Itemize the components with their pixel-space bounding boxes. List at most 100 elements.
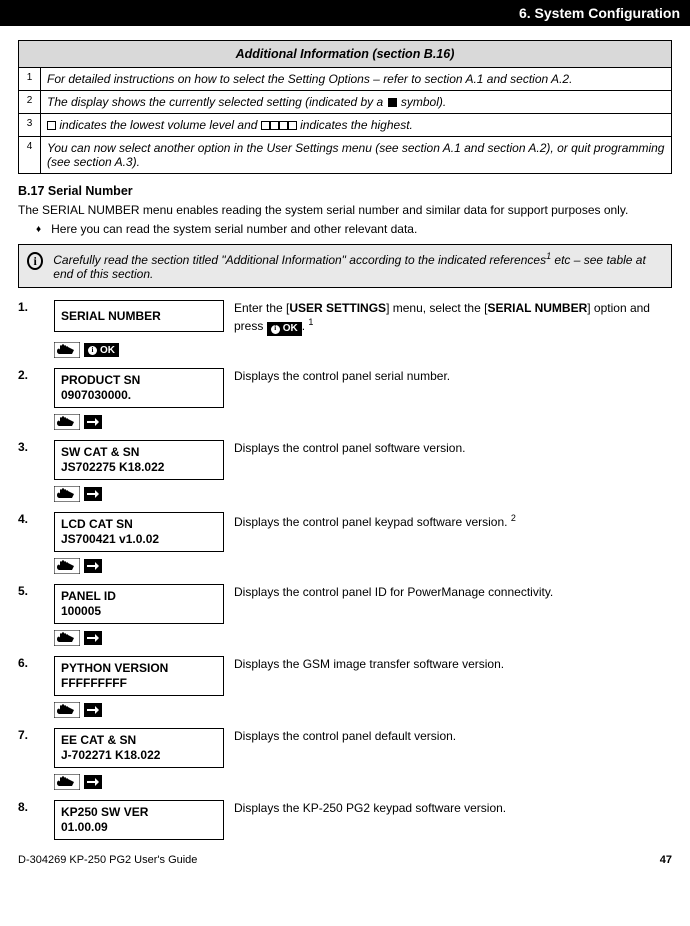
- ai-note-num: 4: [19, 137, 41, 174]
- empty-square-icon: [47, 121, 56, 130]
- hand-point-icon: [54, 630, 80, 646]
- ai-note-body: The display shows the currently selected…: [41, 91, 672, 114]
- empty-square-icon: [279, 121, 288, 130]
- page-footer: D-304269 KP-250 PG2 User's Guide 47: [18, 854, 672, 866]
- step-number: 4.: [18, 512, 44, 526]
- ai-note-body: You can now select another option in the…: [41, 137, 672, 174]
- step-description: Displays the control panel default versi…: [234, 728, 672, 744]
- step-description: Displays the GSM image transfer software…: [234, 656, 672, 672]
- bullet-item: ♦ Here you can read the system serial nu…: [36, 222, 672, 238]
- info-callout: i Carefully read the section titled "Add…: [18, 244, 672, 288]
- step-number: 8.: [18, 800, 44, 814]
- display-box: SERIAL NUMBER: [54, 300, 224, 332]
- filled-square-icon: [388, 98, 397, 107]
- bullet-icon: ♦: [36, 222, 41, 238]
- hand-point-icon: [54, 486, 80, 502]
- next-arrow-icon: [84, 559, 102, 573]
- display-line: 01.00.09: [61, 820, 217, 835]
- ai-note-body: For detailed instructions on how to sele…: [41, 68, 672, 91]
- step-row: 5. PANEL ID100005 Displays the control pan…: [18, 584, 672, 648]
- step-description: Enter the [USER SETTINGS] menu, select t…: [234, 300, 672, 336]
- action-cue: [54, 702, 224, 718]
- additional-info-table: Additional Information (section B.16) 1 …: [18, 40, 672, 174]
- step-row: 3. SW CAT & SNJS702275 K18.022 Displays th…: [18, 440, 672, 504]
- display-box: PANEL ID100005: [54, 584, 224, 624]
- next-arrow-icon: [84, 775, 102, 789]
- display-line: KP250 SW VER: [61, 805, 217, 820]
- action-cue: [54, 414, 224, 430]
- display-box: SW CAT & SNJS702275 K18.022: [54, 440, 224, 480]
- display-line: JS702275 K18.022: [61, 460, 217, 475]
- action-cue: [54, 486, 224, 502]
- step-row: 2. PRODUCT SN0907030000. Displays the cont…: [18, 368, 672, 432]
- next-arrow-icon: [84, 703, 102, 717]
- ai-note-3-pre: indicates the lowest volume level and: [56, 118, 261, 132]
- display-line: J-702271 K18.022: [61, 748, 217, 763]
- display-box: EE CAT & SNJ-702271 K18.022: [54, 728, 224, 768]
- display-line: PANEL ID: [61, 589, 217, 604]
- display-line: PYTHON VERSION: [61, 661, 217, 676]
- footer-doc: D-304269 KP-250 PG2 User's Guide: [18, 854, 197, 866]
- step-number: 6.: [18, 656, 44, 670]
- ai-note-3-post: indicates the highest.: [297, 118, 413, 132]
- section-intro: The SERIAL NUMBER menu enables reading t…: [18, 202, 672, 218]
- empty-square-icon: [261, 121, 270, 130]
- ok-button-icon: iOK: [267, 322, 302, 336]
- ai-note-num: 1: [19, 68, 41, 91]
- display-line: 100005: [61, 604, 217, 619]
- step-row: 4.LCD CAT SNJS700421 v1.0.02Displays the…: [18, 512, 672, 576]
- display-line: FFFFFFFFF: [61, 676, 217, 691]
- display-line: JS700421 v1.0.02: [61, 532, 217, 547]
- step-row: 6. PYTHON VERSIONFFFFFFFFF Displays the GS…: [18, 656, 672, 720]
- hand-point-icon: [54, 414, 80, 430]
- display-line: SERIAL NUMBER: [61, 309, 217, 324]
- chapter-header: 6. System Configuration: [0, 0, 690, 26]
- hand-point-icon: [54, 702, 80, 718]
- display-box: LCD CAT SNJS700421 v1.0.02: [54, 512, 224, 552]
- ok-button-icon: iOK: [84, 343, 119, 357]
- display-line: LCD CAT SN: [61, 517, 217, 532]
- ai-note-2-pre: The display shows the currently selected…: [47, 95, 387, 109]
- display-line: 0907030000.: [61, 388, 217, 403]
- step-number: 7.: [18, 728, 44, 742]
- section-heading: B.17 Serial Number: [18, 184, 672, 198]
- info-a: Carefully read the section titled "Addit…: [53, 253, 546, 267]
- step-number: 1.: [18, 300, 44, 314]
- ai-note-2-post: symbol).: [398, 95, 447, 109]
- action-cue: [54, 774, 224, 790]
- page-number: 47: [660, 854, 672, 866]
- empty-square-icon: [270, 121, 279, 130]
- step-number: 2.: [18, 368, 44, 382]
- next-arrow-icon: [84, 487, 102, 501]
- ai-note-num: 3: [19, 114, 41, 137]
- step-description: Displays the control panel software vers…: [234, 440, 672, 456]
- hand-point-icon: [54, 774, 80, 790]
- step-description: Displays the control panel ID for PowerM…: [234, 584, 672, 600]
- step-row: 8. KP250 SW VER01.00.09 Displays the KP-25…: [18, 800, 672, 840]
- display-box: KP250 SW VER01.00.09: [54, 800, 224, 840]
- display-line: PRODUCT SN: [61, 373, 217, 388]
- step-row: 7. EE CAT & SNJ-702271 K18.022 Displays th…: [18, 728, 672, 792]
- step-description: Displays the KP-250 PG2 keypad software …: [234, 800, 672, 816]
- display-line: SW CAT & SN: [61, 445, 217, 460]
- next-arrow-icon: [84, 631, 102, 645]
- info-icon: i: [27, 252, 43, 270]
- info-text: Carefully read the section titled "Addit…: [53, 251, 663, 281]
- action-cue: iOK: [54, 342, 224, 358]
- step-description: Displays the control panel serial number…: [234, 368, 672, 384]
- ai-note-num: 2: [19, 91, 41, 114]
- step-number: 3.: [18, 440, 44, 454]
- hand-point-icon: [54, 558, 80, 574]
- display-box: PYTHON VERSIONFFFFFFFFF: [54, 656, 224, 696]
- action-cue: [54, 630, 224, 646]
- bullet-text: Here you can read the system serial numb…: [51, 222, 417, 238]
- hand-point-icon: [54, 342, 80, 358]
- display-box: PRODUCT SN0907030000.: [54, 368, 224, 408]
- display-line: EE CAT & SN: [61, 733, 217, 748]
- ai-note-body: indicates the lowest volume level and in…: [41, 114, 672, 137]
- next-arrow-icon: [84, 415, 102, 429]
- step-number: 5.: [18, 584, 44, 598]
- action-cue: [54, 558, 224, 574]
- ai-title: Additional Information (section B.16): [19, 41, 672, 68]
- empty-square-icon: [288, 121, 297, 130]
